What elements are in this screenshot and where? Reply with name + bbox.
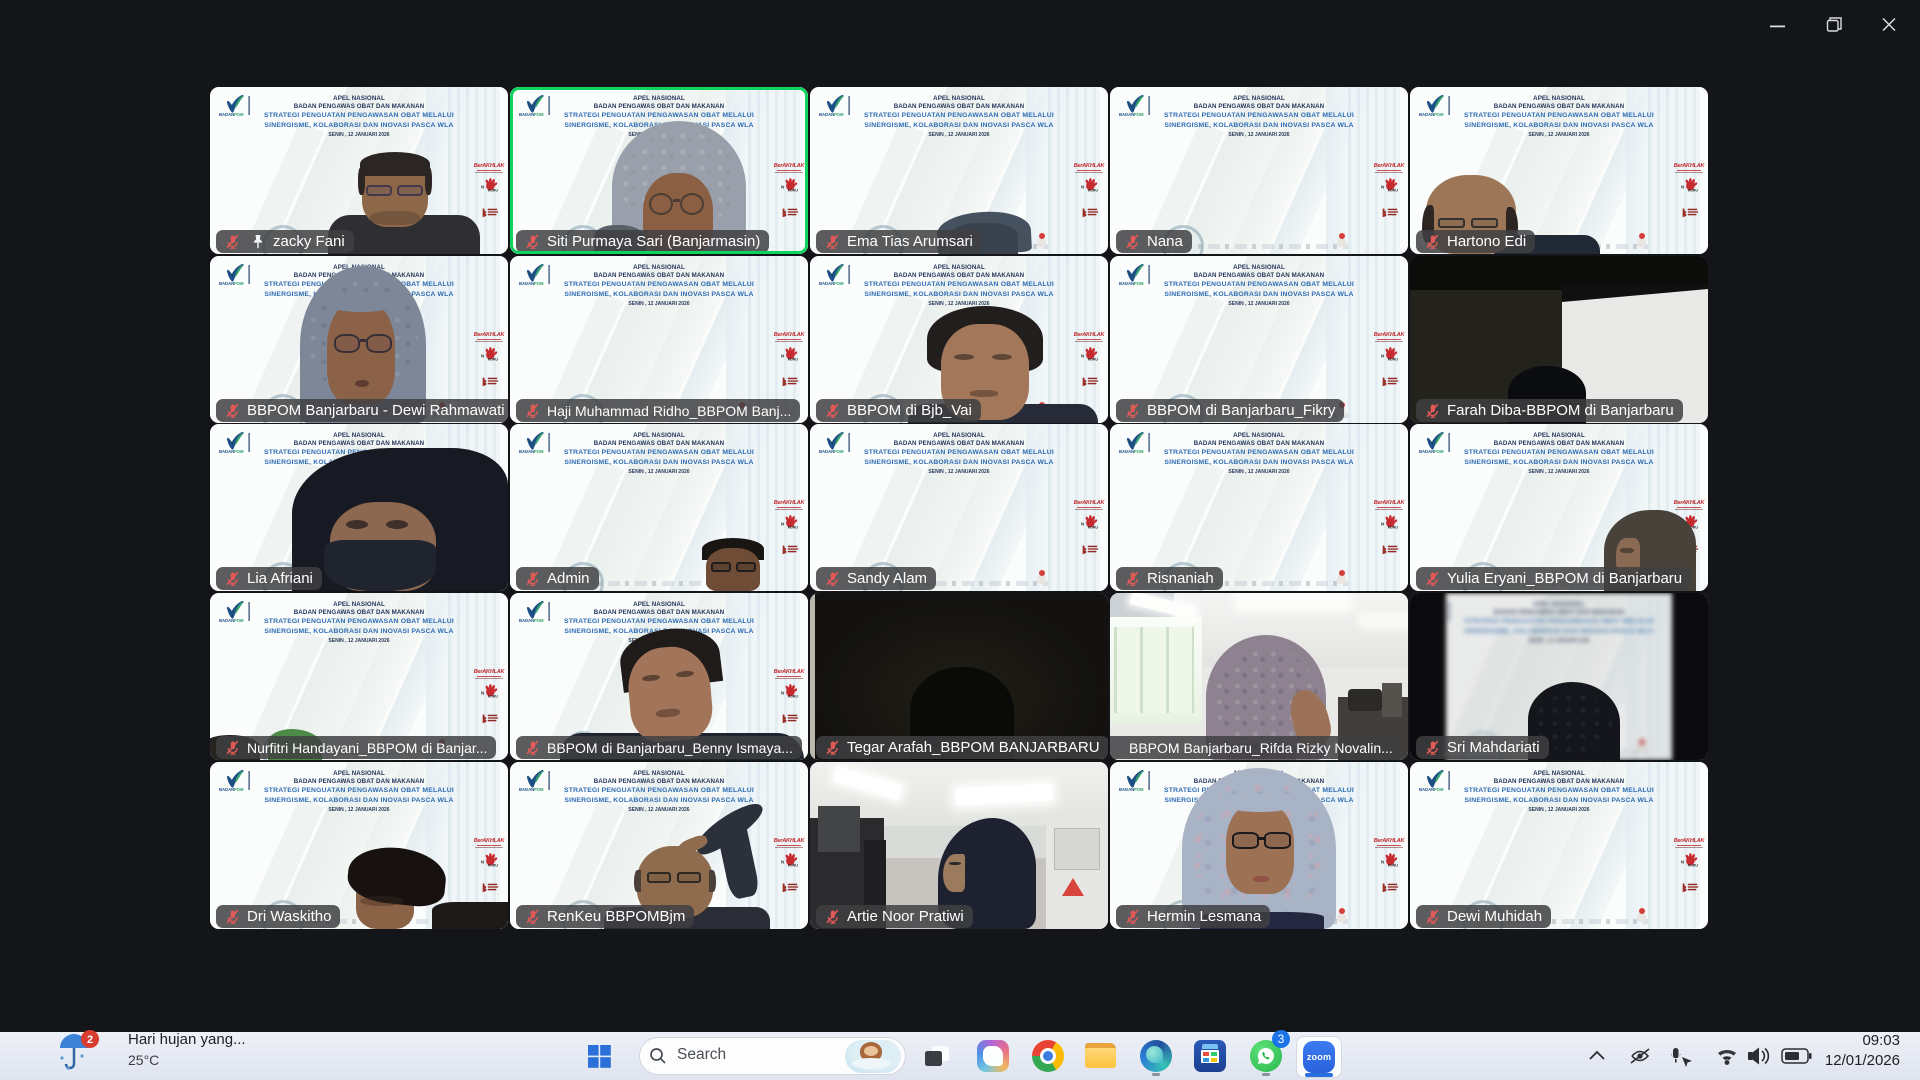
- svg-text:BADAN: BADAN: [1419, 449, 1434, 454]
- svg-text:BADAN: BADAN: [219, 449, 234, 454]
- svg-text:N: N: [1381, 859, 1384, 864]
- svg-text:N: N: [481, 859, 484, 864]
- svg-text:KORUPSI: KORUPSI: [487, 357, 497, 361]
- svg-text:BADAN: BADAN: [219, 281, 234, 286]
- svg-text:2: 2: [87, 1034, 93, 1046]
- svg-text:N: N: [1381, 353, 1384, 358]
- svg-text:N: N: [1381, 521, 1384, 526]
- svg-text:N: N: [781, 521, 784, 526]
- svg-text:KORUPSI: KORUPSI: [487, 863, 497, 867]
- svg-text:BADAN: BADAN: [1419, 787, 1434, 792]
- svg-text:KORUPSI: KORUPSI: [1687, 188, 1697, 192]
- svg-text:KORUPSI: KORUPSI: [787, 525, 797, 529]
- svg-text:N: N: [1081, 184, 1084, 189]
- svg-text:KORUPSI: KORUPSI: [1387, 188, 1397, 192]
- svg-text:KORUPSI: KORUPSI: [1687, 863, 1697, 867]
- svg-text:BADAN: BADAN: [519, 449, 534, 454]
- svg-text:BADAN: BADAN: [819, 281, 834, 286]
- svg-text:N: N: [481, 690, 484, 695]
- svg-text:BADAN: BADAN: [519, 618, 534, 623]
- svg-text:N: N: [1081, 521, 1084, 526]
- svg-text:BADAN: BADAN: [219, 112, 234, 117]
- svg-text:KORUPSI: KORUPSI: [787, 863, 797, 867]
- svg-text:KORUPSI: KORUPSI: [1087, 357, 1097, 361]
- svg-text:N: N: [1081, 353, 1084, 358]
- svg-text:BADAN: BADAN: [819, 112, 834, 117]
- svg-text:N: N: [781, 353, 784, 358]
- svg-text:BADAN: BADAN: [219, 618, 234, 623]
- svg-text:BADAN: BADAN: [519, 787, 534, 792]
- svg-text:BADAN: BADAN: [1119, 281, 1134, 286]
- svg-text:N: N: [1381, 184, 1384, 189]
- svg-text:BADAN: BADAN: [1119, 112, 1134, 117]
- svg-text:KORUPSI: KORUPSI: [1387, 863, 1397, 867]
- svg-text:KORUPSI: KORUPSI: [1387, 525, 1397, 529]
- svg-text:KORUPSI: KORUPSI: [487, 694, 497, 698]
- svg-text:BADAN: BADAN: [1419, 112, 1434, 117]
- svg-text:BADAN: BADAN: [519, 281, 534, 286]
- svg-text:N: N: [481, 353, 484, 358]
- svg-text:KORUPSI: KORUPSI: [1087, 525, 1097, 529]
- svg-text:N: N: [781, 859, 784, 864]
- svg-text:N: N: [781, 690, 784, 695]
- svg-text:KORUPSI: KORUPSI: [1387, 357, 1397, 361]
- svg-text:N: N: [1681, 859, 1684, 864]
- svg-text:BADAN: BADAN: [819, 449, 834, 454]
- svg-text:N: N: [1681, 184, 1684, 189]
- svg-text:BADAN: BADAN: [1119, 787, 1134, 792]
- svg-text:KORUPSI: KORUPSI: [787, 357, 797, 361]
- svg-text:KORUPSI: KORUPSI: [487, 188, 497, 192]
- svg-text:N: N: [481, 184, 484, 189]
- svg-text:BADAN: BADAN: [219, 787, 234, 792]
- svg-text:KORUPSI: KORUPSI: [1087, 188, 1097, 192]
- svg-text:KORUPSI: KORUPSI: [787, 694, 797, 698]
- svg-text:BADAN: BADAN: [1119, 449, 1134, 454]
